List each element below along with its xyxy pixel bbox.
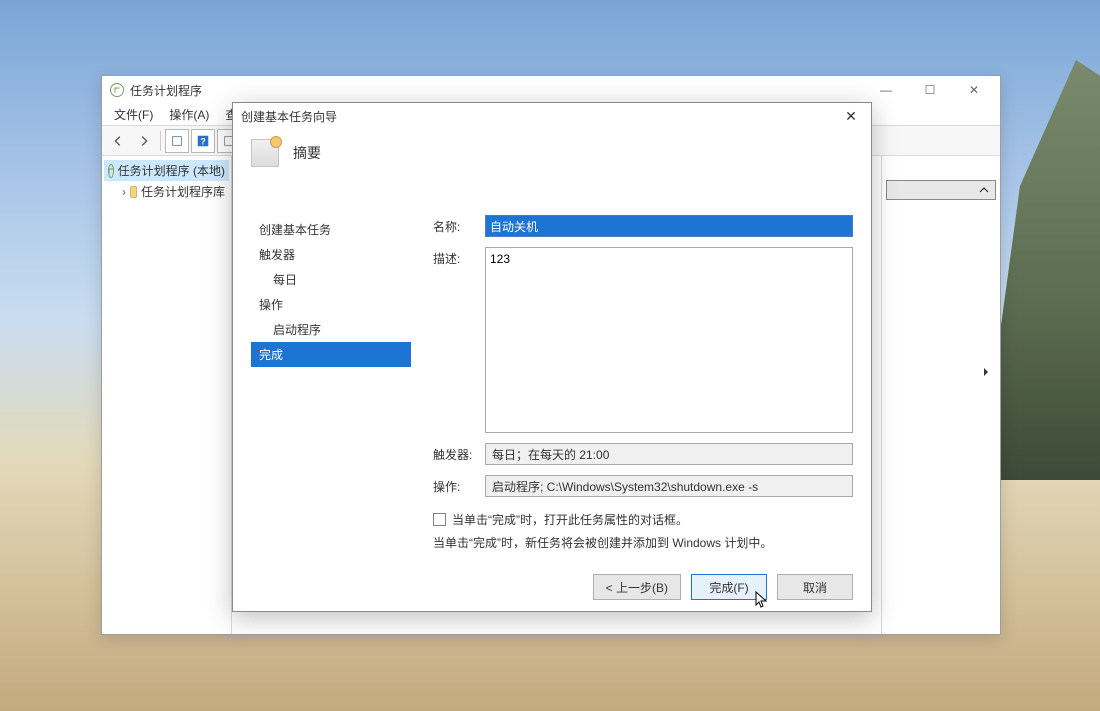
svg-text:?: ? [200,136,205,146]
trigger-value: 每日；在每天的 21:00 [485,443,853,465]
clock-icon [108,164,114,178]
maximize-button[interactable]: ☐ [908,77,952,103]
tree-root-label: 任务计划程序 (本地) [118,162,225,179]
create-basic-task-wizard: 创建基本任务向导 ✕ 摘要 创建基本任务 触发器 每日 操作 启动程序 完成 名… [232,102,872,612]
description-field[interactable] [485,247,853,433]
step-daily[interactable]: 每日 [251,267,411,292]
step-create[interactable]: 创建基本任务 [251,217,411,242]
open-properties-checkbox[interactable] [433,513,446,526]
tree-root[interactable]: 任务计划程序 (本地) [104,160,229,181]
name-label: 名称: [433,215,473,237]
action-label: 操作: [433,475,473,497]
chevron-right-icon [982,366,990,378]
cancel-button[interactable]: 取消 [777,574,853,600]
tree-pane: 任务计划程序 (本地) › 任务计划程序库 [102,156,232,634]
clock-icon [110,83,124,97]
tree-library-label: 任务计划程序库 [141,183,225,200]
step-action[interactable]: 操作 [251,292,411,317]
right-scroll-indicator [886,366,996,384]
step-start-program[interactable]: 启动程序 [251,317,411,342]
back-button[interactable]: < 上一步(B) [593,574,681,600]
trigger-label: 触发器: [433,443,473,465]
help-button[interactable]: ? [191,129,215,153]
chevron-up-icon [979,185,989,195]
menu-action[interactable]: 操作(A) [163,104,215,125]
wizard-close-button[interactable]: ✕ [839,106,863,126]
minimize-button[interactable]: — [864,77,908,103]
main-window-title: 任务计划程序 [130,82,202,99]
wizard-steps: 创建基本任务 触发器 每日 操作 启动程序 完成 [251,187,411,563]
wizard-footer: < 上一步(B) 完成(F) 取消 [233,563,871,611]
finish-button[interactable]: 完成(F) [691,574,767,600]
close-button[interactable]: ✕ [952,77,996,103]
desc-label: 描述: [433,247,473,433]
actions-dropdown[interactable] [886,180,996,200]
folder-icon [130,186,137,198]
menu-file[interactable]: 文件(F) [108,104,159,125]
wizard-header: 摘要 [233,129,871,177]
wizard-titlebar[interactable]: 创建基本任务向导 ✕ [233,103,871,129]
toolbar-btn-1[interactable] [165,129,189,153]
nav-forward-button[interactable] [132,129,156,153]
step-trigger[interactable]: 触发器 [251,242,411,267]
finish-hint: 当单击“完成”时，新任务将会被创建并添加到 Windows 计划中。 [433,534,853,551]
name-field[interactable]: 自动关机 [485,215,853,237]
actions-pane [882,156,1000,634]
step-finish[interactable]: 完成 [251,342,411,367]
main-titlebar[interactable]: 任务计划程序 — ☐ ✕ [102,76,1000,104]
wizard-header-title: 摘要 [293,143,321,163]
tree-library[interactable]: › 任务计划程序库 [104,181,229,202]
wizard-form: 名称: 自动关机 描述: 触发器: 每日；在每天的 21:00 操作: 启动程序… [433,187,853,563]
wizard-header-icon [251,139,279,167]
separator [160,131,161,151]
expand-icon[interactable]: › [122,185,126,199]
checkbox-label: 当单击“完成”时，打开此任务属性的对话框。 [452,511,688,528]
wizard-title: 创建基本任务向导 [241,108,337,125]
action-value: 启动程序; C:\Windows\System32\shutdown.exe -… [485,475,853,497]
nav-back-button[interactable] [106,129,130,153]
